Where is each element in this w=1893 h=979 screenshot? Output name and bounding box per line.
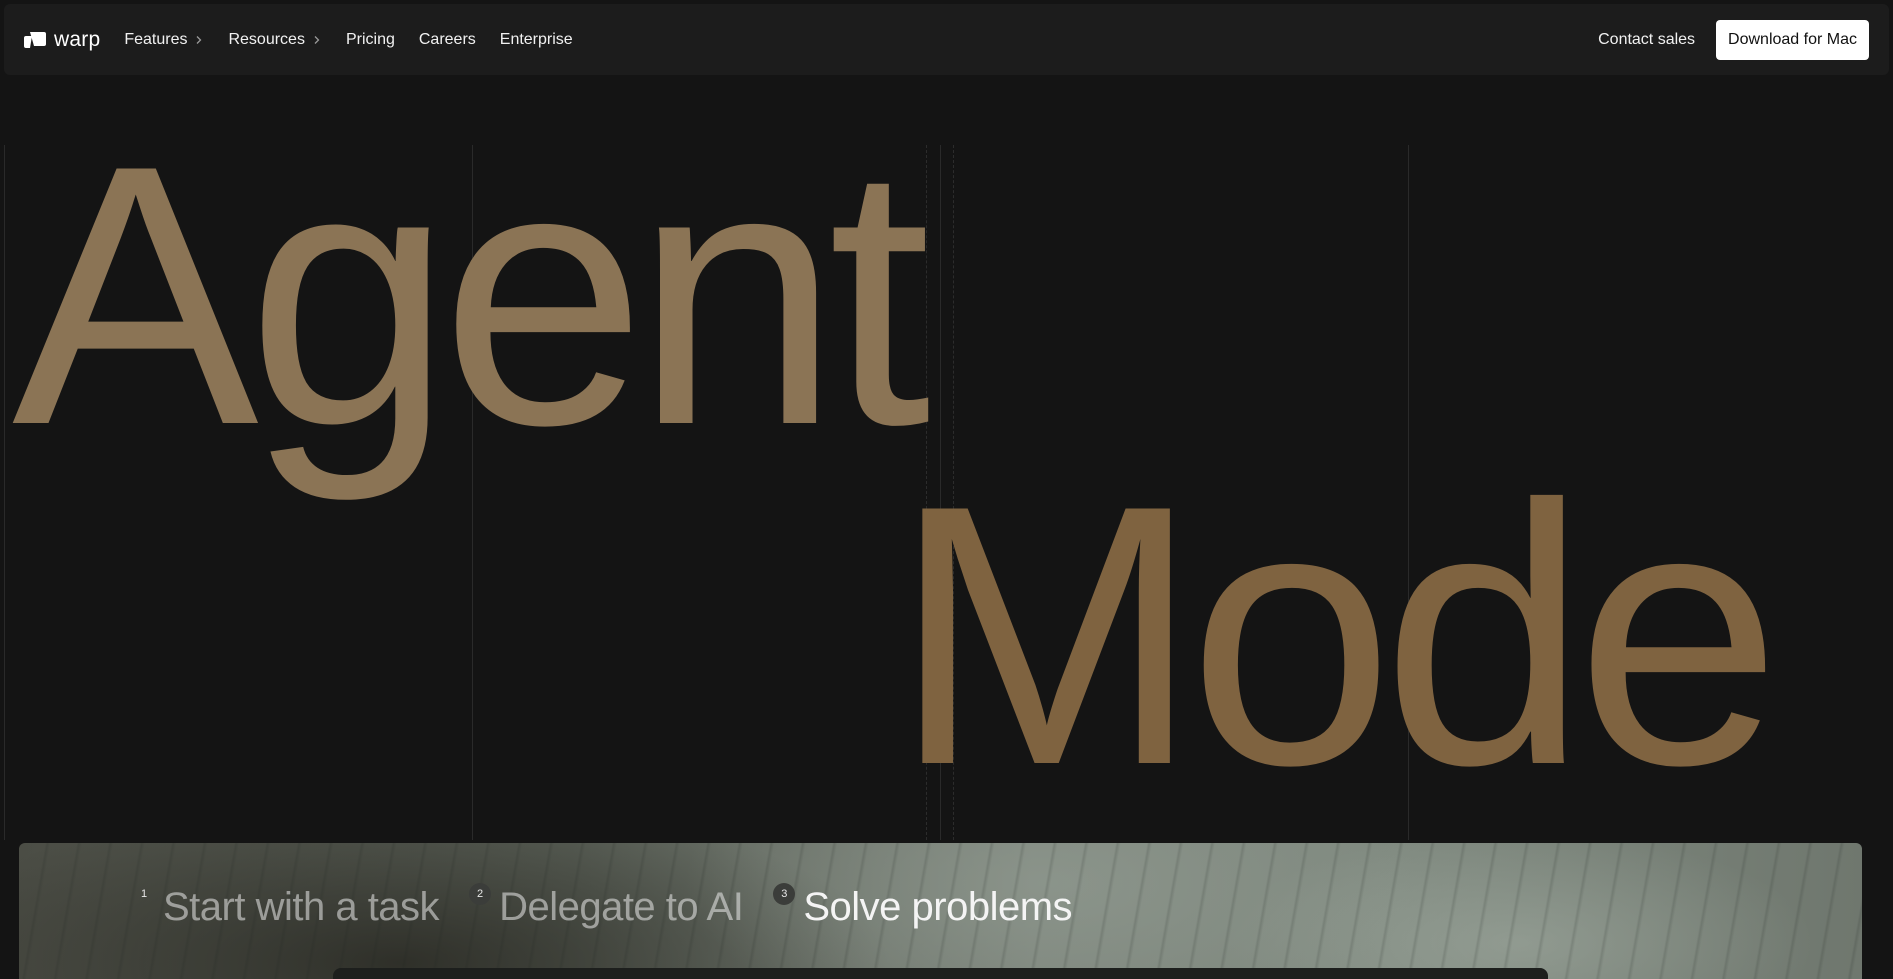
menu-item-enterprise[interactable]: Enterprise [500,31,573,49]
menu-item-pricing[interactable]: Pricing [346,31,395,49]
step-number: 2 [469,883,492,905]
menu-item-features[interactable]: Features [124,31,204,49]
terminal-window-preview [333,968,1548,979]
step-tab-delegate-to-ai[interactable]: 2 Delegate to AI [469,883,744,929]
feature-panel: 1 Start with a task 2 Delegate to AI 3 S… [19,843,1862,979]
menu-item-label: Enterprise [499,30,573,48]
step-label: Start with a task [163,885,440,929]
menu-item-label: Resources [228,30,305,48]
logo-text: warp [54,27,101,51]
chevron-right-icon [197,35,202,44]
grid-guide-line [4,145,5,840]
warp-logo[interactable]: warp [24,28,100,52]
hero-title-line-2: Mode [892,429,1782,842]
step-label: Solve problems [803,885,1073,929]
contact-sales-link[interactable]: Contact sales [1598,31,1695,49]
menu-item-label: Pricing [345,30,395,48]
page: warp Features Resources Pricing Careers … [0,0,1893,979]
step-tab-solve-problems[interactable]: 3 Solve problems [773,883,1073,929]
chevron-right-icon [314,35,320,44]
main-menu: Features Resources Pricing Careers Enter… [124,31,572,49]
top-nav: warp Features Resources Pricing Careers … [4,4,1889,75]
menu-item-label: Features [124,30,188,48]
menu-item-resources[interactable]: Resources [228,31,321,49]
hero-title-line-1: Agent [12,89,931,502]
step-tab-start-with-a-task[interactable]: 1 Start with a task [133,883,440,929]
download-for-mac-button[interactable]: Download for Mac [1716,19,1869,60]
step-number: 1 [140,888,148,900]
step-label: Delegate to AI [499,885,744,929]
nav-actions: Contact sales Download for Mac [1598,19,1869,60]
step-tabs: 1 Start with a task 2 Delegate to AI 3 S… [133,883,1073,929]
warp-logo-icon [24,30,48,50]
step-number: 3 [773,883,796,905]
menu-item-careers[interactable]: Careers [419,31,476,49]
menu-item-label: Careers [418,30,476,48]
